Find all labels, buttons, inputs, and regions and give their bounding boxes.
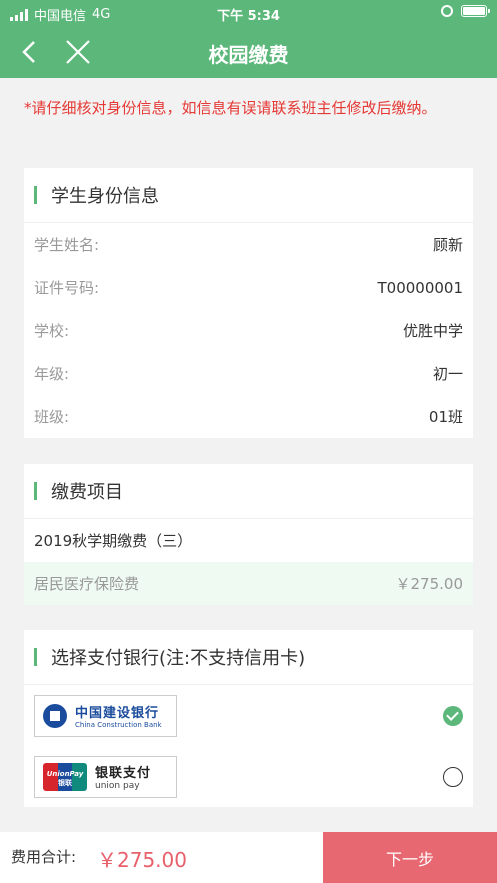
verification-notice: *请仔细核对身份信息，如信息有误请联系班主任修改后缴纳。 xyxy=(24,99,437,117)
info-row-name: 学生姓名: 顾新 xyxy=(24,223,473,266)
info-row-id: 证件号码: T00000001 xyxy=(24,266,473,309)
section-title: 缴费项目 xyxy=(51,482,123,503)
orientation-lock-icon xyxy=(441,5,453,17)
bank-name-cn: 中国建设银行 xyxy=(75,706,160,721)
info-row-school: 学校: 优胜中学 xyxy=(24,309,473,352)
bank-name-en: union pay xyxy=(95,781,140,791)
next-step-button[interactable]: 下一步 xyxy=(323,832,497,883)
section-title: 学生身份信息 xyxy=(51,186,159,207)
section-marker xyxy=(34,648,37,666)
unionpay-emblem-icon: UnionPay 银联 xyxy=(43,762,87,791)
bank-option-unionpay[interactable]: UnionPay 银联 银联支付 union pay xyxy=(24,746,473,807)
total-label: 费用合计: xyxy=(11,848,77,866)
fee-subitem-amount: ￥275.00 xyxy=(395,575,464,593)
info-row-grade: 年级: 初一 xyxy=(24,352,473,395)
status-bar: 中国电信 4G 下午 5:34 xyxy=(0,0,497,26)
section-title: 选择支付银行(注:不支持信用卡) xyxy=(51,648,306,669)
status-time: 下午 5:34 xyxy=(217,9,280,24)
student-info-card: 学生身份信息 学生姓名: 顾新 证件号码: T00000001 学校: 优胜中学… xyxy=(24,168,473,438)
row-label: 证件号码: xyxy=(34,279,100,297)
unionpay-badge-cn: 银联 xyxy=(58,778,72,787)
row-label: 班级: xyxy=(34,408,70,426)
fee-items-card: 缴费项目 2019秋学期缴费（三） 居民医疗保险费 ￥275.00 xyxy=(24,464,473,605)
nav-bar: 校园缴费 xyxy=(0,26,497,78)
bank-selection-header: 选择支付银行(注:不支持信用卡) xyxy=(24,630,473,685)
unionpay-logo: UnionPay 银联 银联支付 union pay xyxy=(34,755,177,798)
bank-name-cn: 银联支付 xyxy=(95,766,152,781)
fee-items-header: 缴费项目 xyxy=(24,464,473,519)
section-marker xyxy=(34,186,37,204)
row-label: 年级: xyxy=(34,365,70,383)
fee-subitem-row: 居民医疗保险费 ￥275.00 xyxy=(24,562,473,605)
radio-checked-icon[interactable] xyxy=(443,705,463,726)
battery-icon xyxy=(461,5,490,17)
page-title: 校园缴费 xyxy=(208,43,289,67)
radio-unchecked-icon[interactable] xyxy=(443,766,463,787)
fee-item-row: 2019秋学期缴费（三） xyxy=(24,519,473,562)
row-value: T00000001 xyxy=(377,278,463,297)
bank-name-en: China Construction Bank xyxy=(75,721,162,729)
total-amount: ￥275.00 xyxy=(97,848,187,872)
bank-option-ccb[interactable]: 中国建设银行 China Construction Bank xyxy=(24,685,473,746)
row-label: 学生姓名: xyxy=(34,236,100,254)
row-value: 01班 xyxy=(428,408,463,426)
bank-selection-card: 选择支付银行(注:不支持信用卡) 中国建设银行 China Constructi… xyxy=(24,630,473,807)
info-row-class: 班级: 01班 xyxy=(24,395,473,438)
fee-item-name: 2019秋学期缴费（三） xyxy=(34,532,193,550)
row-value: 顾新 xyxy=(432,236,463,254)
row-value: 初一 xyxy=(432,365,463,383)
unionpay-badge-text: UnionPay xyxy=(46,769,84,778)
section-marker xyxy=(34,482,37,500)
row-value: 优胜中学 xyxy=(402,322,463,340)
student-info-header: 学生身份信息 xyxy=(24,168,473,223)
footer-bar: 费用合计: ￥275.00 下一步 xyxy=(0,832,497,883)
status-right xyxy=(441,5,490,17)
row-label: 学校: xyxy=(34,322,70,340)
fee-subitem-label: 居民医疗保险费 xyxy=(34,575,140,593)
ccb-emblem-icon xyxy=(43,703,67,728)
ccb-logo: 中国建设银行 China Construction Bank xyxy=(34,694,177,737)
